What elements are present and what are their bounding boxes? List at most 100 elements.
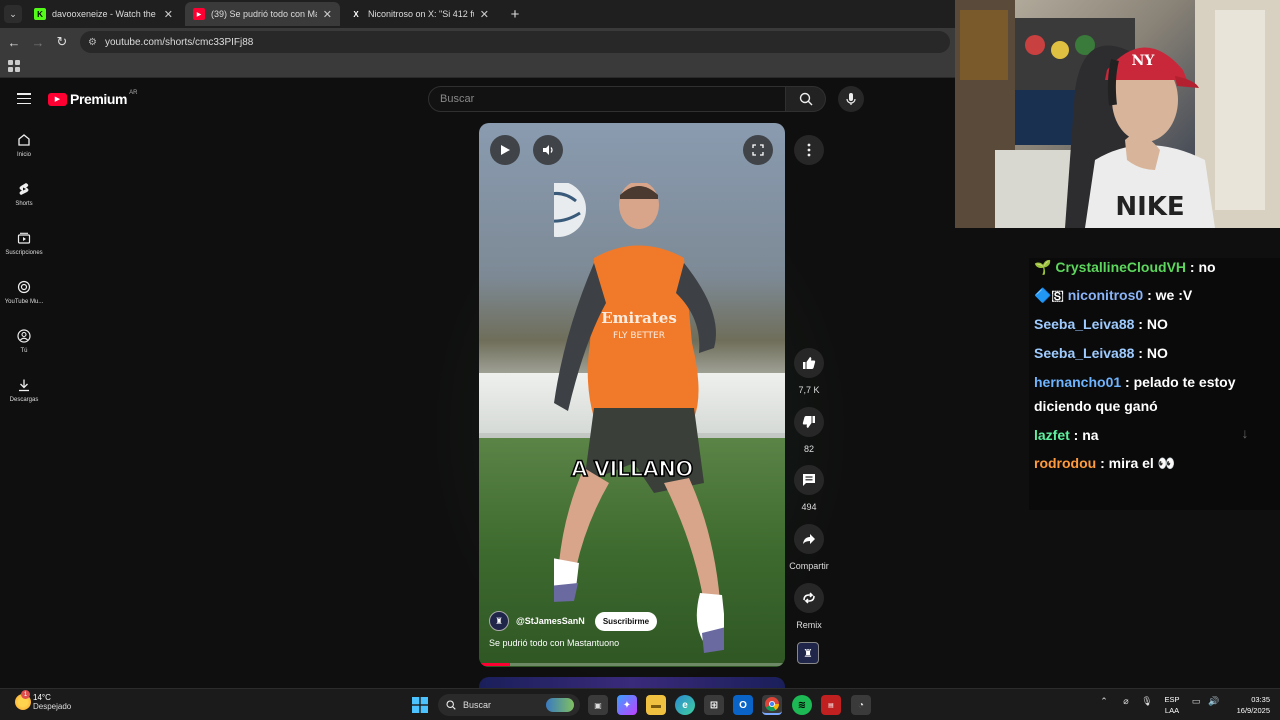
short-video-player[interactable]: Emirates FLY BETTER A VILLANO ♜ @StJames… [479,123,785,667]
chat-username[interactable]: Seeba_Leiva88 [1034,316,1134,332]
volume-button[interactable] [533,135,563,165]
chat-username[interactable]: Seeba_Leiva88 [1034,345,1134,361]
input-language-indicator[interactable]: ESP LAA [1162,694,1182,716]
youtube-play-logo-icon: ▶ [48,92,67,106]
chat-username[interactable]: niconitros0 [1068,287,1143,303]
microphone-tray-icon[interactable]: 🎙 [1141,696,1153,707]
clock-date: 16/9/2025 [1236,706,1270,715]
edge-browser-icon[interactable]: e [675,695,695,715]
taskbar-search-box[interactable]: Buscar [438,694,580,716]
streamer-webcam: NIKE NY [955,0,1280,228]
chat-text: : na [1069,427,1099,443]
play-button[interactable] [490,135,520,165]
chrome-icon[interactable] [762,695,782,715]
menu-hamburger-icon[interactable] [17,93,31,104]
svg-text:NIKE: NIKE [1115,192,1184,222]
share-arrow-icon [803,534,815,544]
address-bar[interactable]: ⚙ youtube.com/shorts/cmc33PIFj88 [80,31,950,53]
windows-taskbar: 1 14°C Despejado Buscar ▣ ✦ ▬ e ⊞ O ≋ ▤ … [0,688,1280,720]
chat-username[interactable]: CrystallineCloudVH [1055,259,1186,275]
tab-close-icon[interactable]: ✕ [164,8,173,21]
tab-search-button[interactable]: ⌄ [4,5,22,23]
obs-app-icon[interactable]: ◔ [851,695,871,715]
search-button[interactable] [786,86,826,112]
tab-kick-vod[interactable]: K davooxeneize - Watch the VOD ✕ [26,2,181,26]
chat-message: Seeba_Leiva88 : NO [1034,312,1277,336]
chat-username[interactable]: rodrodou [1034,455,1096,471]
new-tab-plus-icon[interactable]: + [505,4,525,24]
fullscreen-icon [752,144,764,156]
guide-item-subscriptions[interactable]: Suscripciones [0,230,48,256]
display-tray-icon[interactable]: ▭ [1190,696,1202,707]
dislike-button[interactable] [794,407,824,437]
chat-username[interactable]: hernancho01 [1034,374,1121,390]
subscribe-button[interactable]: Suscribirme [594,611,658,631]
tab-title: (39) Se pudrió todo con Mastan [211,9,317,19]
microsoft-store-icon[interactable]: ⊞ [704,695,724,715]
volume-tray-icon[interactable]: 🔊 [1208,696,1220,707]
search-input[interactable]: Buscar [428,86,786,112]
tab-close-icon[interactable]: ✕ [323,8,332,21]
copilot-icon[interactable]: ✦ [617,695,637,715]
system-clock[interactable]: 03:35 16/9/2025 [1228,694,1270,716]
remix-icon [803,592,815,604]
youtube-premium-logo[interactable]: ▶ Premium AR [48,90,137,107]
comment-icon [803,474,815,486]
youtube-music-icon [16,279,32,295]
chat-scroll-down-arrow-icon[interactable]: ↓ [1236,424,1254,442]
stream-chat-panel: 🌱 CrystallineCloudVH : no 🔷🇸 niconitros0… [1029,258,1280,510]
microphone-icon [846,93,856,105]
spotify-icon[interactable]: ≋ [792,695,812,715]
chat-message: rodrodou : mira el 👀 [1034,451,1277,475]
tab-x-post[interactable]: X Niconitroso on X: "Si 412 fuese ✕ [342,2,497,26]
forward-arrow-icon[interactable]: → [30,34,46,50]
channel-name[interactable]: @StJamesSanN [516,616,585,626]
network-disconnected-icon[interactable]: ⌀ [1120,696,1132,707]
channel-avatar[interactable]: ♜ [489,611,509,631]
chat-username[interactable]: lazfet [1034,427,1070,443]
chat-text: : NO [1134,345,1168,361]
search-icon [446,700,456,710]
weather-sun-icon: 1 [15,690,31,710]
browser-tab-strip: ⌄ K davooxeneize - Watch the VOD ✕ ▶ (39… [0,0,955,28]
site-info-icon[interactable]: ⚙ [88,37,97,48]
guide-item-youtube-music[interactable]: YouTube Mu... [0,279,48,305]
file-explorer-icon[interactable]: ▬ [646,695,666,715]
footballer-figure: Emirates FLY BETTER [554,183,724,653]
next-short-preview[interactable] [479,677,785,688]
back-arrow-icon[interactable]: ← [6,34,22,50]
weather-widget[interactable]: 1 14°C Despejado [15,690,71,711]
youtube-favicon-icon: ▶ [193,8,205,20]
tab-youtube-short[interactable]: ▶ (39) Se pudrió todo con Mastan ✕ [185,2,340,26]
sound-source-thumbnail[interactable]: ♜ [797,642,819,664]
voice-search-button[interactable] [838,86,864,112]
svg-text:NY: NY [1132,53,1156,69]
streaming-app-icon[interactable]: ▤ [821,695,841,715]
comments-button[interactable] [794,465,824,495]
more-vertical-icon [807,143,811,157]
windows-start-icon[interactable] [410,695,430,715]
taskbar-search-label: Buscar [463,700,492,710]
share-button[interactable] [794,524,824,554]
tab-close-icon[interactable]: ✕ [480,8,489,21]
svg-text:Emirates: Emirates [601,309,677,327]
like-button[interactable] [794,348,824,378]
guide-item-home[interactable]: Inicio [0,132,48,158]
tray-overflow-chevron-icon[interactable]: ⌃ [1098,696,1110,707]
apps-grid-icon[interactable] [8,60,20,72]
clock-time: 03:35 [1251,695,1270,704]
lang-primary: ESP [1164,695,1180,704]
guide-item-you[interactable]: Tú [0,328,48,354]
fullscreen-button[interactable] [743,135,773,165]
video-progress-bar[interactable] [479,663,785,666]
like-action: 7,7 K [786,348,832,395]
guide-item-shorts[interactable]: Shorts [0,181,48,207]
remix-button[interactable] [794,583,824,613]
reload-icon[interactable]: ↻ [54,34,70,50]
guide-item-downloads[interactable]: Descargas [0,377,48,403]
task-view-icon[interactable]: ▣ [588,695,608,715]
url-text: youtube.com/shorts/cmc33PIFj88 [104,36,254,48]
short-title[interactable]: Se pudrió todo con Mastantuono [489,638,619,648]
outlook-icon[interactable]: O [733,695,753,715]
more-options-button[interactable] [794,135,824,165]
